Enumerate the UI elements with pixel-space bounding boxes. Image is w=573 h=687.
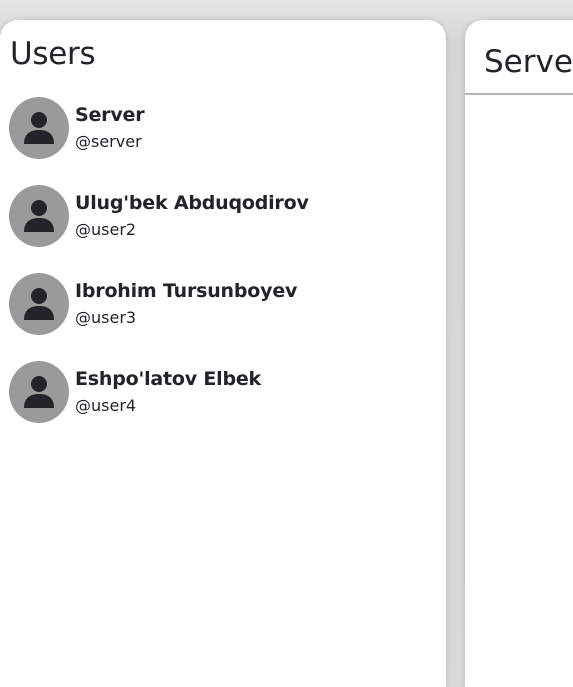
user-info: Server @server xyxy=(75,103,145,153)
avatar xyxy=(9,185,69,247)
user-handle: @user4 xyxy=(75,396,137,415)
chat-title: Server xyxy=(484,44,573,80)
user-name: Ibrohim Tursunboyev xyxy=(75,280,298,302)
person-icon xyxy=(24,376,54,408)
person-icon xyxy=(24,288,54,320)
user-info: Ulug'bek Abduqodirov @user2 xyxy=(75,191,309,241)
user-list: Server @server Ulug'bek Abduqodirov @use… xyxy=(9,97,439,449)
user-info: Eshpo'latov Elbek @user4 xyxy=(75,367,261,417)
users-panel-title: Users xyxy=(10,36,96,72)
person-icon xyxy=(24,200,54,232)
user-name: Ulug'bek Abduqodirov xyxy=(75,192,309,214)
user-list-item[interactable]: Ulug'bek Abduqodirov @user2 xyxy=(9,185,439,247)
avatar xyxy=(9,273,69,335)
chat-panel: Server xyxy=(465,20,573,687)
user-info: Ibrohim Tursunboyev @user3 xyxy=(75,279,297,329)
person-icon xyxy=(24,112,54,144)
user-list-item[interactable]: Server @server xyxy=(9,97,439,159)
user-handle: @server xyxy=(75,132,142,151)
user-handle: @user3 xyxy=(75,308,137,327)
user-list-item[interactable]: Eshpo'latov Elbek @user4 xyxy=(9,361,439,423)
user-name: Eshpo'latov Elbek xyxy=(75,368,261,390)
user-list-item[interactable]: Ibrohim Tursunboyev @user3 xyxy=(9,273,439,335)
chat-header: Server xyxy=(465,20,573,95)
user-handle: @user2 xyxy=(75,220,137,239)
users-panel: Users Server @server Ulug'bek Abduqodiro… xyxy=(0,20,446,687)
app-window: Users Server @server Ulug'bek Abduqodiro… xyxy=(0,0,573,687)
user-name: Server xyxy=(75,104,145,126)
avatar xyxy=(9,361,69,423)
avatar xyxy=(9,97,69,159)
